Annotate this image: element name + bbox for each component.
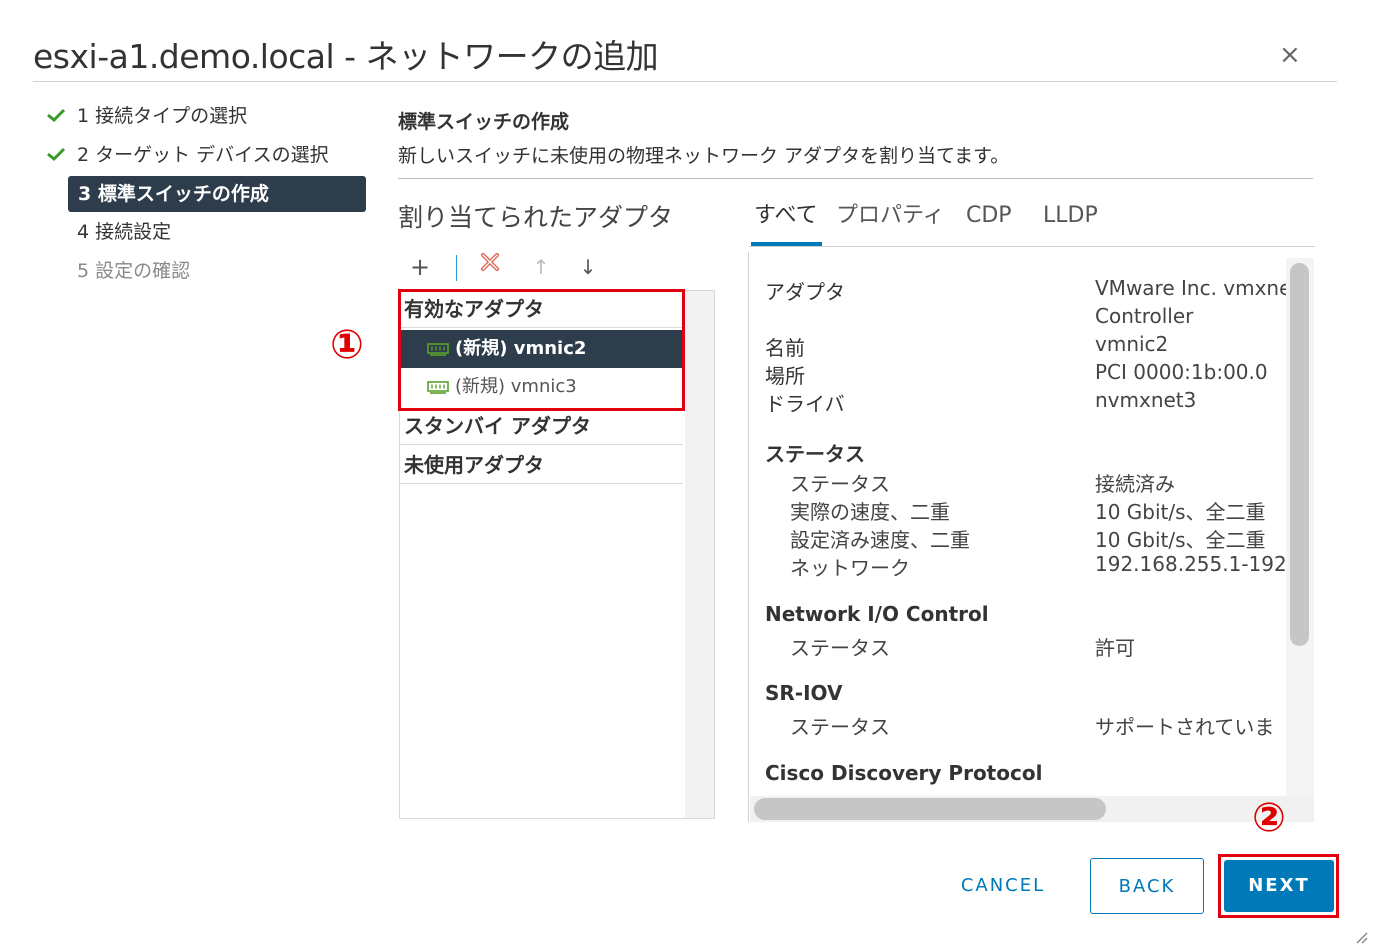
nioc-status-label: ステータス	[790, 636, 890, 660]
section-divider	[398, 178, 1313, 179]
remove-x-icon	[481, 253, 499, 271]
highlight-box-1	[398, 289, 685, 411]
move-down-button[interactable]: ↓	[573, 252, 603, 282]
cdp-section-title: Cisco Discovery Protocol	[765, 761, 1043, 785]
resize-grip-icon[interactable]	[1352, 928, 1368, 944]
add-adapter-button[interactable]: +	[405, 252, 435, 282]
cancel-button[interactable]: CANCEL	[940, 858, 1066, 914]
name-value: vmnic2	[1095, 332, 1169, 356]
status-label: ステータス	[790, 472, 890, 496]
checkmark-icon	[47, 147, 66, 162]
tab-all[interactable]: すべて	[754, 200, 818, 242]
close-icon[interactable]: ×	[1279, 40, 1301, 70]
adapter-list-scrollbar[interactable]	[685, 291, 714, 818]
tab-lldp[interactable]: LLDP	[1043, 200, 1098, 242]
sriov-status-label: ステータス	[790, 715, 890, 739]
network-label: ネットワーク	[790, 556, 910, 580]
callout-2: ②	[1252, 795, 1286, 841]
nioc-status-value: 許可	[1095, 636, 1135, 660]
location-value: PCI 0000:1b:00.0	[1095, 360, 1268, 384]
group-standby-adapters: スタンバイ アダプタ	[400, 407, 683, 445]
detail-horizontal-scroll-thumb[interactable]	[754, 798, 1106, 820]
wizard-step-label: 5 設定の確認	[77, 260, 191, 282]
section-description: 新しいスイッチに未使用の物理ネットワーク アダプタを割り当てます。	[398, 145, 1010, 167]
highlight-box-2	[1218, 854, 1339, 918]
sriov-status-value: サポートされていま	[1095, 715, 1275, 739]
wizard-step-3[interactable]: 3 標準スイッチの作成	[68, 176, 366, 212]
actual-speed-label: 実際の速度、二重	[790, 500, 950, 524]
back-button[interactable]: BACK	[1090, 858, 1204, 914]
driver-label: ドライバ	[765, 392, 845, 416]
nioc-section-title: Network I/O Control	[765, 602, 989, 626]
location-label: 場所	[765, 364, 805, 388]
tab-cdp[interactable]: CDP	[966, 200, 1012, 242]
move-up-button[interactable]: ↑	[526, 252, 556, 282]
detail-pane: アダプタ VMware Inc. vmxne Controller 名前 vmn…	[750, 258, 1286, 794]
config-speed-label: 設定済み速度、二重	[790, 528, 970, 552]
status-section-title: ステータス	[765, 442, 865, 466]
sriov-section-title: SR-IOV	[765, 681, 843, 705]
checkmark-icon	[47, 108, 66, 123]
driver-value: nvmxnet3	[1095, 388, 1197, 412]
title-divider	[33, 81, 1337, 82]
tab-divider	[749, 246, 1315, 247]
callout-1: ①	[330, 322, 364, 368]
detail-pane-border	[748, 252, 749, 822]
adapter-value-line2: Controller	[1095, 304, 1194, 328]
group-unused-adapters: 未使用アダプタ	[400, 446, 683, 484]
status-value: 接続済み	[1095, 472, 1175, 496]
name-label: 名前	[765, 336, 805, 360]
section-title: 標準スイッチの作成	[398, 111, 570, 133]
adapter-value: VMware Inc. vmxne	[1095, 276, 1286, 300]
actual-speed-value: 10 Gbit/s、全二重	[1095, 500, 1266, 524]
config-speed-value: 10 Gbit/s、全二重	[1095, 528, 1266, 552]
wizard-step-label: 4 接続設定	[77, 221, 172, 243]
assigned-adapters-heading: 割り当てられたアダプタ	[398, 203, 674, 232]
network-value: 192.168.255.1-192.16	[1095, 552, 1286, 576]
wizard-step-label: 3 標準スイッチの作成	[78, 183, 269, 205]
tab-properties[interactable]: プロパティ	[836, 200, 945, 242]
remove-adapter-button[interactable]	[475, 250, 505, 280]
adapter-label: アダプタ	[765, 280, 845, 304]
dialog-title: esxi-a1.demo.local - ネットワークの追加	[33, 37, 659, 76]
wizard-step-label: 2 ターゲット デバイスの選択	[77, 144, 329, 166]
detail-vertical-scroll-thumb[interactable]	[1290, 263, 1309, 646]
wizard-step-label: 1 接続タイプの選択	[77, 105, 248, 127]
toolbar-separator	[456, 255, 457, 281]
